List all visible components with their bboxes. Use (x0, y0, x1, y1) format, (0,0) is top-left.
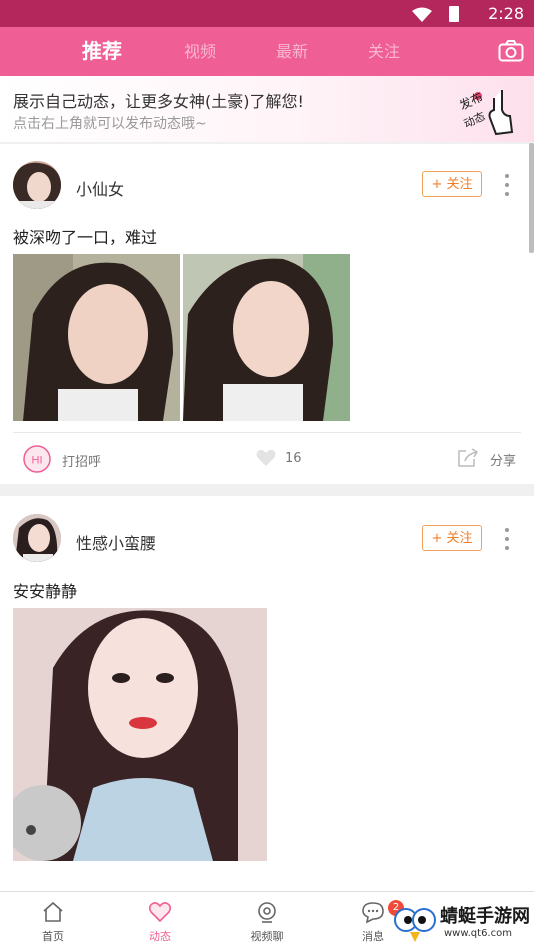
message-icon (362, 902, 384, 924)
wifi-icon (412, 7, 432, 22)
dragonfly-logo-icon (394, 908, 436, 942)
status-bar: 2:28 (0, 0, 534, 27)
nav-home[interactable]: 首页 (18, 892, 88, 950)
post-text: 被深吻了一口，难过 (13, 228, 158, 247)
greet-button[interactable]: HI (23, 445, 51, 473)
more-icon[interactable] (500, 172, 514, 198)
share-label[interactable]: 分享 (490, 450, 516, 469)
nav-label: 动态 (149, 930, 171, 943)
more-icon[interactable] (500, 526, 514, 552)
tab-video[interactable]: 视频 (168, 27, 232, 76)
username[interactable]: 性感小蛮腰 (76, 530, 156, 554)
tab-latest[interactable]: 最新 (260, 27, 324, 76)
watermark-url: www.qt6.com (444, 928, 512, 939)
follow-label: 关注 (446, 531, 473, 546)
follow-button[interactable]: + 关注 (422, 171, 482, 197)
post-prompt-banner[interactable]: 展示自己动态，让更多女神(土豪)了解您! 点击右上角就可以发布动态哦~ 发布 动… (0, 76, 534, 142)
home-icon (43, 901, 63, 922)
tab-recommend[interactable]: 推荐 (70, 27, 134, 76)
post-photo[interactable] (13, 608, 267, 861)
post-photo[interactable] (13, 254, 180, 421)
watermark-title: 蜻蜓手游网 (440, 906, 530, 927)
avatar[interactable] (13, 161, 61, 209)
divider (13, 432, 521, 433)
hi-icon: HI (32, 455, 43, 467)
plus-icon: + (431, 177, 447, 192)
follow-label: 关注 (446, 177, 473, 192)
camera-icon[interactable] (498, 39, 524, 63)
username[interactable]: 小仙女 (76, 176, 124, 200)
greet-label[interactable]: 打招呼 (62, 451, 101, 470)
nav-label: 视频聊 (250, 930, 284, 943)
post-card: 性感小蛮腰 + 关注 安安静静 (0, 496, 534, 891)
post-card: 小仙女 + 关注 被深吻了一口，难过 HI 打招呼 16 分享 (0, 144, 534, 484)
heart-icon (148, 902, 172, 923)
svg-text:动态: 动态 (462, 110, 487, 131)
heart-like-icon[interactable] (256, 449, 276, 467)
follow-button[interactable]: + 关注 (422, 525, 482, 551)
top-nav: 推荐 视频 最新 关注 (0, 27, 534, 76)
scrollbar[interactable] (529, 143, 534, 253)
banner-subtitle: 点击右上角就可以发布动态哦~ (13, 116, 207, 132)
video-chat-icon (258, 902, 276, 923)
tab-following[interactable]: 关注 (352, 27, 416, 76)
banner-title: 展示自己动态，让更多女神(土豪)了解您! (13, 92, 304, 111)
publish-badge-icon: 发布 动态 (457, 89, 514, 136)
watermark: 蜻蜓手游网 www.qt6.com (392, 900, 532, 946)
nav-label: 首页 (42, 930, 64, 943)
like-count: 16 (285, 451, 302, 466)
avatar[interactable] (13, 514, 61, 562)
post-photo[interactable] (183, 254, 350, 421)
share-icon[interactable] (457, 448, 479, 468)
post-text: 安安静静 (13, 582, 78, 601)
battery-icon (449, 6, 459, 22)
status-time: 2:28 (488, 4, 524, 23)
plus-icon: + (431, 531, 447, 546)
nav-moments[interactable]: 动态 (125, 892, 195, 950)
nav-video-chat[interactable]: 视频聊 (232, 892, 302, 950)
